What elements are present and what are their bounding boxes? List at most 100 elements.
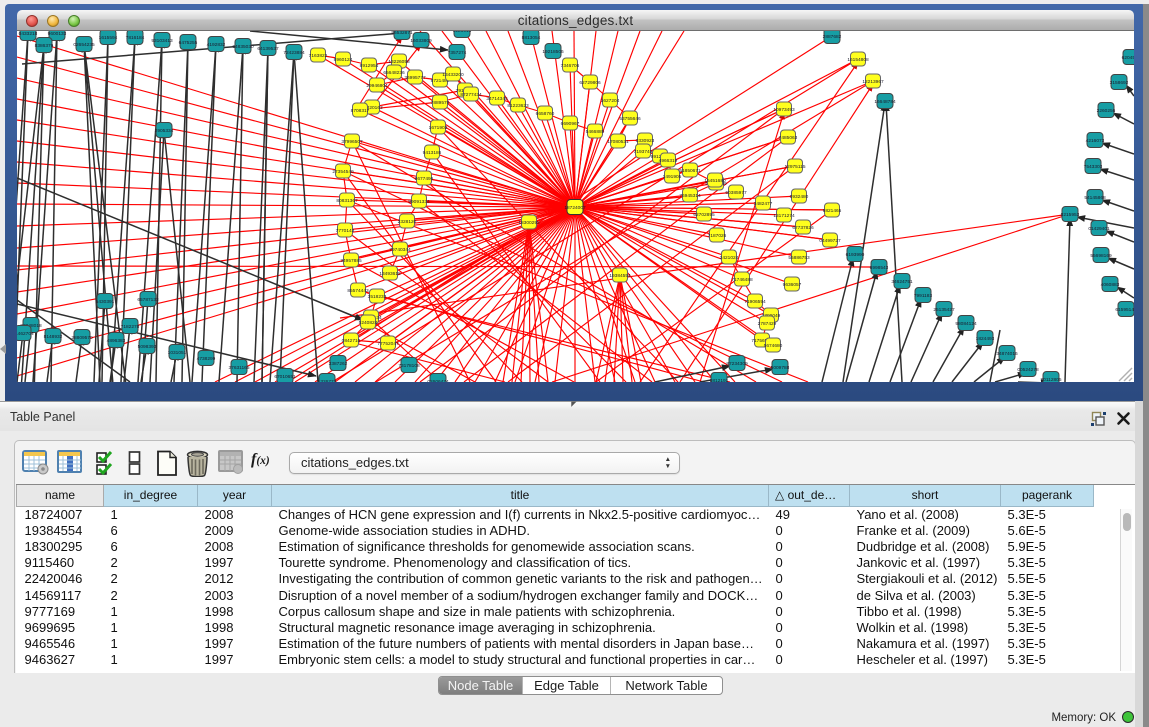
svg-text:1031051: 1031051: [168, 350, 187, 356]
svg-text:87277434: 87277434: [460, 92, 482, 98]
svg-text:73178108: 73178108: [398, 363, 420, 369]
svg-text:64835030: 64835030: [232, 44, 254, 50]
svg-text:01429401: 01429401: [1088, 226, 1110, 232]
svg-text:18724007: 18724007: [564, 205, 586, 211]
svg-text:6690967: 6690967: [561, 121, 580, 127]
svg-text:87234309: 87234309: [726, 361, 748, 367]
svg-text:12213967: 12213967: [862, 79, 884, 85]
svg-text:53755646: 53755646: [619, 116, 641, 122]
svg-text:71906594: 71906594: [744, 299, 766, 305]
svg-text:4896383: 4896383: [107, 338, 126, 344]
svg-text:7991183: 7991183: [914, 293, 933, 299]
svg-text:5098393: 5098393: [138, 344, 157, 350]
svg-text:62729806: 62729806: [579, 80, 601, 86]
svg-text:8813054: 8813054: [522, 35, 541, 41]
svg-text:2787429: 2787429: [758, 321, 777, 327]
svg-text:0932480: 0932480: [790, 194, 809, 200]
svg-text:9636057: 9636057: [783, 282, 802, 288]
svg-text:51850671: 51850671: [679, 168, 701, 174]
svg-text:4060883: 4060883: [1101, 282, 1120, 288]
svg-text:16648784: 16648784: [874, 99, 896, 105]
svg-text:13171274: 13171274: [773, 213, 795, 219]
svg-text:13493618: 13493618: [379, 271, 401, 277]
svg-text:3158692: 3158692: [1110, 80, 1129, 86]
svg-text:18300295: 18300295: [518, 220, 540, 226]
svg-text:4216073: 4216073: [1086, 138, 1105, 144]
svg-text:80112805: 80112805: [1041, 377, 1062, 382]
svg-text:16033809: 16033809: [410, 38, 432, 44]
svg-text:9600133: 9600133: [48, 31, 67, 37]
svg-text:72423884: 72423884: [283, 50, 305, 56]
svg-text:64139537: 64139537: [257, 46, 279, 52]
svg-text:7543303: 7543303: [1084, 164, 1103, 170]
svg-text:00524278: 00524278: [1017, 367, 1039, 373]
svg-text:02654235: 02654235: [73, 42, 95, 48]
svg-text:6204505: 6204505: [1122, 55, 1134, 61]
svg-text:34874016: 34874016: [996, 351, 1018, 357]
svg-text:9413186: 9413186: [423, 150, 442, 156]
svg-text:34714345: 34714345: [486, 96, 508, 102]
svg-text:7346706: 7346706: [561, 63, 580, 69]
svg-text:2887682: 2887682: [823, 34, 842, 40]
svg-text:8215953: 8215953: [1061, 212, 1080, 218]
svg-text:77752047: 77752047: [377, 341, 399, 347]
svg-text:02606474: 02606474: [427, 379, 449, 382]
svg-text:0812191: 0812191: [710, 378, 729, 382]
svg-text:04499727: 04499727: [819, 238, 841, 244]
svg-text:15451680: 15451680: [704, 178, 726, 184]
svg-text:93103413: 93103413: [151, 38, 173, 44]
svg-text:8960124: 8960124: [334, 57, 353, 63]
svg-text:67737826: 67737826: [792, 225, 814, 231]
svg-text:37996507: 37996507: [341, 139, 363, 145]
svg-text:7770143: 7770143: [336, 228, 355, 234]
svg-text:12975115: 12975115: [785, 164, 806, 170]
svg-text:85574443: 85574443: [347, 288, 369, 294]
svg-text:7182278: 7182278: [121, 324, 140, 330]
svg-text:2328120: 2328120: [398, 219, 417, 225]
svg-text:61595148: 61595148: [1115, 307, 1134, 313]
svg-text:65787133: 65787133: [137, 297, 159, 303]
svg-text:34624751: 34624751: [891, 279, 913, 285]
svg-text:4192832: 4192832: [207, 42, 226, 48]
svg-text:1615594: 1615594: [99, 35, 118, 41]
svg-text:17080531: 17080531: [607, 139, 629, 145]
svg-text:51462704: 51462704: [17, 331, 34, 337]
svg-text:0433218: 0433218: [19, 31, 38, 37]
svg-text:1824493: 1824493: [976, 336, 995, 342]
svg-text:1671902: 1671902: [429, 125, 448, 131]
svg-text:1326773: 1326773: [318, 379, 337, 382]
svg-text:67010651: 67010651: [274, 374, 296, 380]
svg-text:8677496: 8677496: [415, 176, 434, 182]
svg-text:7357274: 7357274: [448, 50, 467, 56]
svg-text:54145868: 54145868: [1084, 195, 1106, 201]
svg-text:5674680: 5674680: [764, 343, 783, 349]
svg-text:9821465: 9821465: [823, 208, 842, 214]
svg-text:7187026: 7187026: [708, 233, 727, 239]
svg-text:6998543: 6998543: [870, 265, 889, 271]
svg-text:5430391: 5430391: [96, 299, 115, 305]
svg-text:6475255: 6475255: [179, 40, 198, 46]
svg-text:76945314: 76945314: [679, 193, 701, 199]
svg-text:3387262: 3387262: [329, 361, 348, 367]
svg-text:8708317: 8708317: [351, 108, 370, 114]
svg-text:6658760: 6658760: [536, 111, 555, 117]
svg-text:7163822: 7163822: [309, 53, 328, 59]
svg-text:96532871: 96532871: [391, 31, 413, 36]
svg-text:55698169: 55698169: [1090, 253, 1112, 259]
svg-text:1226916: 1226916: [453, 31, 472, 34]
svg-text:27354549: 27354549: [332, 169, 354, 175]
svg-text:3518233: 3518233: [368, 294, 387, 300]
svg-text:55886753: 55886753: [788, 255, 810, 261]
svg-text:16154808: 16154808: [847, 57, 869, 63]
svg-text:6193990: 6193990: [846, 252, 865, 258]
svg-text:10973493: 10973493: [773, 107, 795, 113]
svg-text:8912954: 8912954: [360, 63, 379, 69]
svg-text:98084124: 98084124: [955, 321, 977, 327]
svg-text:81223623: 81223623: [507, 103, 529, 109]
svg-text:8386379: 8386379: [35, 43, 54, 49]
svg-text:60385977: 60385977: [725, 190, 747, 196]
svg-text:13226058: 13226058: [388, 59, 410, 65]
svg-text:80831367: 80831367: [336, 198, 358, 204]
svg-text:37631165: 37631165: [229, 365, 250, 371]
svg-text:4966319: 4966319: [659, 158, 678, 164]
